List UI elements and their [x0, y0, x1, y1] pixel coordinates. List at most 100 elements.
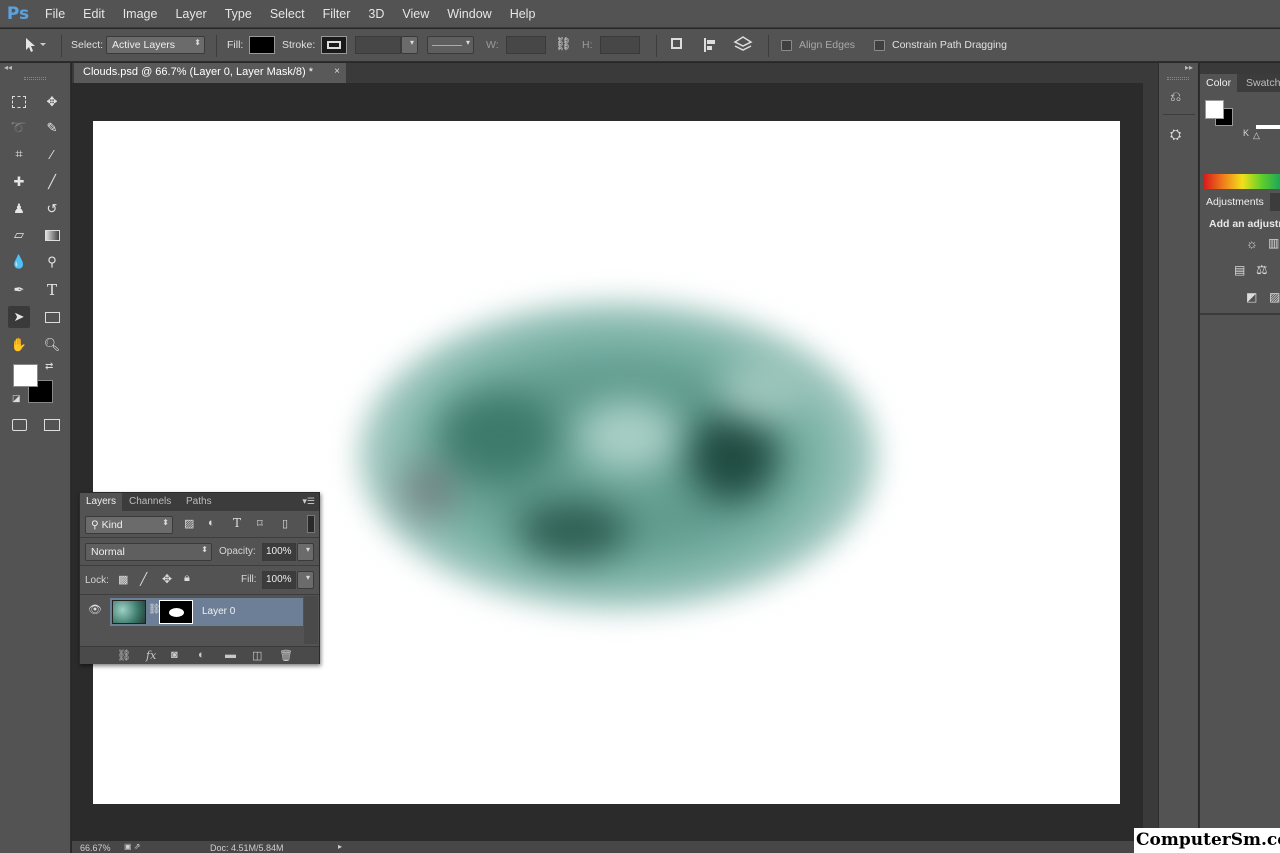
lasso-tool-icon[interactable]: ➰ [8, 117, 30, 139]
constrain-path-checkbox[interactable] [874, 40, 885, 51]
rectangle-tool-icon[interactable] [41, 306, 63, 328]
filter-shape-icon[interactable]: ⌑ [257, 517, 263, 530]
eraser-tool-icon[interactable]: ▱ [8, 224, 30, 246]
blur-tool-icon[interactable]: 💧 [8, 251, 30, 273]
tab-swatches[interactable]: Swatch [1240, 74, 1280, 92]
quick-mask-icon[interactable] [8, 414, 30, 436]
menu-type[interactable]: Type [216, 0, 261, 28]
add-mask-icon[interactable]: ◙ [171, 649, 178, 661]
menu-image[interactable]: Image [114, 0, 167, 28]
filter-pixel-icon[interactable]: ▨ [184, 517, 194, 530]
chevron-right-icon[interactable]: ▸ [338, 842, 342, 851]
menu-file[interactable]: File [36, 0, 74, 28]
select-dropdown[interactable]: Active Layers ⬍ [106, 36, 205, 54]
opacity-dropdown[interactable]: ▾ [297, 543, 314, 561]
new-layer-icon[interactable]: ◫ [252, 649, 262, 662]
stroke-width-field[interactable] [355, 36, 401, 54]
tab-color[interactable]: Color [1200, 74, 1238, 92]
tab-layers[interactable]: Layers [80, 493, 123, 511]
screen-mode-icon[interactable] [41, 414, 63, 436]
color-balance-icon[interactable]: ⚖ [1256, 262, 1268, 278]
menu-select[interactable]: Select [261, 0, 314, 28]
stroke-type-dropdown[interactable]: ▾ [427, 36, 474, 54]
fill-swatch[interactable] [249, 36, 275, 54]
new-group-icon[interactable]: ▬ [225, 649, 236, 661]
panel-menu-icon[interactable]: ▾☰ [302, 496, 315, 507]
filter-toggle[interactable] [307, 515, 315, 533]
swap-colors-icon[interactable]: ⇄ [45, 361, 53, 372]
healing-brush-tool-icon[interactable]: ✚ [8, 171, 30, 193]
brightness-icon[interactable]: ☼ [1246, 236, 1258, 251]
gradient-map-icon[interactable]: ▨ [1269, 290, 1280, 304]
path-alignment-icon[interactable] [702, 37, 718, 56]
menu-3d[interactable]: 3D [359, 0, 393, 28]
opacity-field[interactable]: 100% [262, 543, 296, 561]
lock-image-icon[interactable]: ╱ [140, 572, 147, 586]
filter-kind-dropdown[interactable]: ⚲ Kind ⬍ [85, 516, 173, 534]
layer-thumbnail[interactable] [112, 600, 146, 624]
link-layers-icon[interactable]: ⛓ [117, 649, 131, 662]
blend-mode-dropdown[interactable]: Normal ⬍ [85, 543, 212, 561]
color-panel-foreground-swatch[interactable] [1205, 100, 1224, 119]
canvas[interactable] [93, 121, 1120, 804]
filter-type-icon[interactable]: T [233, 516, 241, 530]
exposure-icon[interactable]: ▤ [1234, 263, 1245, 277]
fill-dropdown[interactable]: ▾ [297, 571, 314, 589]
pen-tool-icon[interactable]: ✒ [8, 279, 30, 301]
gradient-tool-icon[interactable] [41, 224, 63, 246]
menu-layer[interactable]: Layer [166, 0, 215, 28]
properties-panel-icon[interactable]: ⛭ [1170, 126, 1181, 143]
layer-row[interactable]: ⛓ Layer 0 [110, 598, 303, 626]
path-selection-tool-preset-icon[interactable] [22, 37, 46, 56]
close-icon[interactable]: × [334, 66, 340, 77]
layer-mask-thumbnail[interactable] [159, 600, 193, 624]
default-colors-icon[interactable]: ◪ [12, 393, 21, 404]
menu-edit[interactable]: Edit [74, 0, 114, 28]
history-panel-icon[interactable]: ⎌ [1170, 88, 1181, 105]
quick-selection-tool-icon[interactable]: ✎ [41, 117, 63, 139]
document-tab[interactable]: Clouds.psd @ 66.7% (Layer 0, Layer Mask/… [74, 63, 346, 83]
filter-adjustment-icon[interactable]: ◐ [208, 517, 215, 529]
crop-tool-icon[interactable]: ⌗ [8, 143, 30, 165]
collapse-arrows-icon[interactable]: ◂◂ [4, 63, 12, 72]
stroke-swatch[interactable] [321, 36, 347, 54]
hand-tool-icon[interactable]: ✋ [8, 334, 30, 356]
fx-icon[interactable]: fx [146, 649, 156, 662]
k-slider-track[interactable] [1256, 125, 1280, 129]
trash-icon[interactable]: 🗑︎ [279, 649, 293, 662]
panel-grip[interactable] [1167, 77, 1189, 80]
path-selection-tool-icon[interactable]: ➤ [8, 306, 30, 328]
history-brush-tool-icon[interactable]: ↺ [41, 198, 63, 220]
path-arrangement-icon[interactable] [733, 36, 753, 57]
fill-field[interactable]: 100% [262, 571, 296, 589]
marquee-tool-icon[interactable] [8, 91, 30, 113]
path-operations-icon[interactable] [671, 38, 682, 49]
eyedropper-tool-icon[interactable]: ⁄ [41, 143, 63, 165]
levels-icon[interactable]: ▥ [1268, 236, 1279, 250]
panel-grip[interactable] [24, 77, 46, 80]
height-field[interactable] [600, 36, 640, 54]
width-field[interactable] [506, 36, 546, 54]
menu-filter[interactable]: Filter [314, 0, 360, 28]
menu-view[interactable]: View [393, 0, 438, 28]
zoom-level[interactable]: 66.67% [80, 843, 111, 853]
stroke-width-dropdown[interactable]: ▾ [401, 36, 418, 54]
tab-channels[interactable]: Channels [123, 493, 177, 511]
photo-filter-icon[interactable]: ◩ [1246, 290, 1257, 304]
foreground-color-swatch[interactable] [13, 364, 38, 387]
filter-smart-object-icon[interactable]: ▯ [282, 517, 288, 530]
k-slider-handle[interactable]: △ [1253, 130, 1260, 141]
type-tool-icon[interactable]: T [41, 279, 63, 301]
menu-window[interactable]: Window [438, 0, 500, 28]
clone-stamp-tool-icon[interactable]: ♟ [8, 198, 30, 220]
brush-tool-icon[interactable]: ╱ [41, 171, 63, 193]
tab-paths[interactable]: Paths [180, 493, 218, 511]
lock-position-icon[interactable]: ✥ [162, 572, 172, 586]
visibility-eye-icon[interactable]: 👁︎ [88, 603, 102, 616]
tab-adjustments[interactable]: Adjustments [1200, 193, 1270, 211]
vertical-scrollbar[interactable] [1143, 83, 1158, 841]
layer-name[interactable]: Layer 0 [202, 606, 235, 617]
adjustment-layer-icon[interactable]: ◐ [198, 649, 205, 661]
move-tool-icon[interactable]: ✥ [41, 91, 63, 113]
dodge-tool-icon[interactable]: ⚲ [41, 251, 63, 273]
